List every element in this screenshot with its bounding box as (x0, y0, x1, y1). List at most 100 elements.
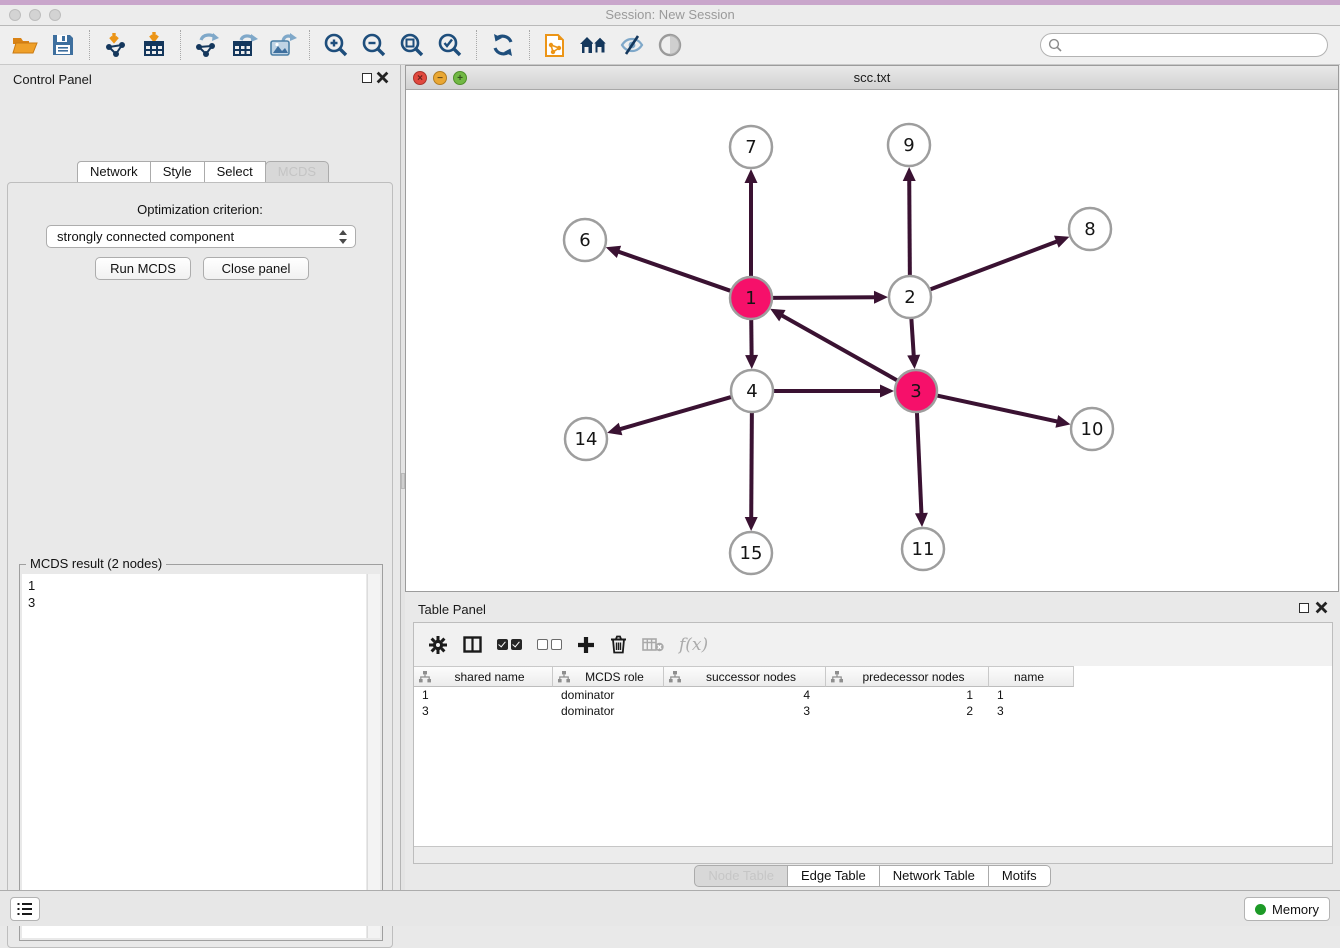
svg-text:9: 9 (903, 135, 914, 156)
home-icon[interactable] (575, 29, 613, 61)
graph-edge[interactable] (745, 169, 758, 277)
graph-edge[interactable] (903, 167, 916, 276)
graph-node[interactable]: 4 (731, 370, 773, 412)
float-table-panel-icon[interactable] (1299, 603, 1309, 613)
close-panel-button[interactable]: Close panel (203, 257, 309, 280)
graph-edge[interactable] (937, 395, 1071, 427)
graph-node[interactable]: 1 (730, 277, 772, 319)
table-cell[interactable]: 2 (826, 703, 989, 719)
graph-edge[interactable] (907, 318, 920, 369)
status-bar: Memory (0, 890, 1340, 926)
zoom-fit-icon[interactable] (393, 29, 431, 61)
memory-label: Memory (1272, 902, 1319, 917)
column-header-mcds-role[interactable]: MCDS role (553, 666, 664, 687)
graph-edge[interactable] (745, 319, 758, 369)
zoom-selected-icon[interactable] (431, 29, 469, 61)
tab-edge-table[interactable]: Edge Table (787, 865, 880, 887)
deselect-all-icon[interactable] (537, 630, 562, 660)
table-cell[interactable]: 1 (826, 687, 989, 703)
mcds-result-list[interactable]: 13 (22, 574, 366, 938)
column-type-icon (831, 671, 843, 683)
tab-style[interactable]: Style (150, 161, 205, 183)
table-panel-title: Table Panel (418, 602, 486, 617)
graph-edge[interactable] (930, 236, 1070, 290)
svg-text:8: 8 (1084, 219, 1095, 240)
delete-columns-icon[interactable] (610, 630, 627, 660)
svg-text:7: 7 (745, 137, 756, 158)
import-table-icon[interactable] (135, 29, 173, 61)
table-options-icon[interactable] (428, 630, 448, 660)
memory-button[interactable]: Memory (1244, 897, 1330, 921)
zoom-out-icon[interactable] (355, 29, 393, 61)
tab-mcds[interactable]: MCDS (265, 161, 329, 183)
table-cell[interactable]: 4 (664, 687, 826, 703)
graph-edge[interactable] (606, 246, 731, 291)
tab-network-table[interactable]: Network Table (879, 865, 989, 887)
add-column-icon[interactable] (577, 630, 595, 660)
table-cell[interactable]: 1 (989, 687, 1074, 703)
tab-node-table[interactable]: Node Table (694, 865, 788, 887)
show-columns-icon[interactable] (463, 630, 482, 660)
result-scrollbar[interactable] (367, 574, 380, 938)
graph-edge[interactable] (915, 412, 928, 527)
task-history-button[interactable] (10, 897, 40, 921)
graph-node[interactable]: 15 (730, 532, 772, 574)
search-input[interactable] (1066, 38, 1327, 52)
table-cell[interactable]: dominator (553, 687, 664, 703)
table-cell[interactable]: 1 (414, 687, 553, 703)
graph-edge[interactable] (745, 412, 758, 531)
run-mcds-button[interactable]: Run MCDS (95, 257, 191, 280)
graph-edge[interactable] (607, 397, 732, 435)
criterion-select[interactable]: strongly connected component (46, 225, 356, 248)
export-image-icon[interactable] (264, 29, 302, 61)
graph-node[interactable]: 14 (565, 418, 607, 460)
column-header-shared-name[interactable]: shared name (414, 666, 553, 687)
table-row[interactable]: 1dominator411 (414, 687, 1332, 703)
graph-node[interactable]: 8 (1069, 208, 1111, 250)
network-from-file-icon[interactable] (537, 29, 575, 61)
column-header-name[interactable]: name (989, 666, 1074, 687)
export-network-icon[interactable] (188, 29, 226, 61)
graph-node[interactable]: 6 (564, 219, 606, 261)
search-field[interactable] (1040, 33, 1328, 57)
graph-edge[interactable] (773, 385, 894, 398)
graph-edge[interactable] (772, 291, 888, 304)
function-builder-icon[interactable]: f(x) (679, 630, 708, 660)
tab-network[interactable]: Network (77, 161, 151, 183)
apply-layout-icon[interactable] (484, 29, 522, 61)
close-panel-icon[interactable] (376, 71, 389, 84)
import-network-icon[interactable] (97, 29, 135, 61)
network-graph: 7 9 6 8 1 2 4 3 14 10 15 11 (406, 90, 1338, 591)
graph-node[interactable]: 9 (888, 124, 930, 166)
graph-node[interactable]: 10 (1071, 408, 1113, 450)
delete-table-icon[interactable] (642, 630, 664, 660)
table-cell[interactable]: 3 (989, 703, 1074, 719)
table-horizontal-scrollbar[interactable] (414, 846, 1332, 863)
table-row[interactable]: 3dominator323 (414, 703, 1332, 719)
tab-select[interactable]: Select (204, 161, 266, 183)
network-canvas[interactable]: 7 9 6 8 1 2 4 3 14 10 15 11 (406, 90, 1338, 591)
float-panel-icon[interactable] (362, 73, 372, 83)
hide-selected-icon[interactable] (613, 29, 651, 61)
close-table-panel-icon[interactable] (1315, 601, 1328, 614)
table-header-row: shared name MCDS role successor nodes pr… (414, 666, 1332, 687)
zoom-in-icon[interactable] (317, 29, 355, 61)
graph-node[interactable]: 3 (895, 370, 937, 412)
column-header-successor-nodes[interactable]: successor nodes (664, 666, 826, 687)
graph-node[interactable]: 7 (730, 126, 772, 168)
select-all-icon[interactable] (497, 630, 522, 660)
graph-edge[interactable] (770, 309, 898, 381)
export-table-icon[interactable] (226, 29, 264, 61)
table-cell[interactable]: 3 (414, 703, 553, 719)
graph-node[interactable]: 11 (902, 528, 944, 570)
tab-motifs[interactable]: Motifs (988, 865, 1051, 887)
graph-node[interactable]: 2 (889, 276, 931, 318)
open-session-icon[interactable] (6, 29, 44, 61)
table-cell[interactable]: 3 (664, 703, 826, 719)
save-session-icon[interactable] (44, 29, 82, 61)
column-header-predecessor-nodes[interactable]: predecessor nodes (826, 666, 989, 687)
table-cell[interactable]: dominator (553, 703, 664, 719)
window-titlebar: Session: New Session (0, 0, 1340, 26)
show-all-icon[interactable] (651, 29, 689, 61)
control-panel-tabs: Network Style Select MCDS (77, 161, 329, 183)
